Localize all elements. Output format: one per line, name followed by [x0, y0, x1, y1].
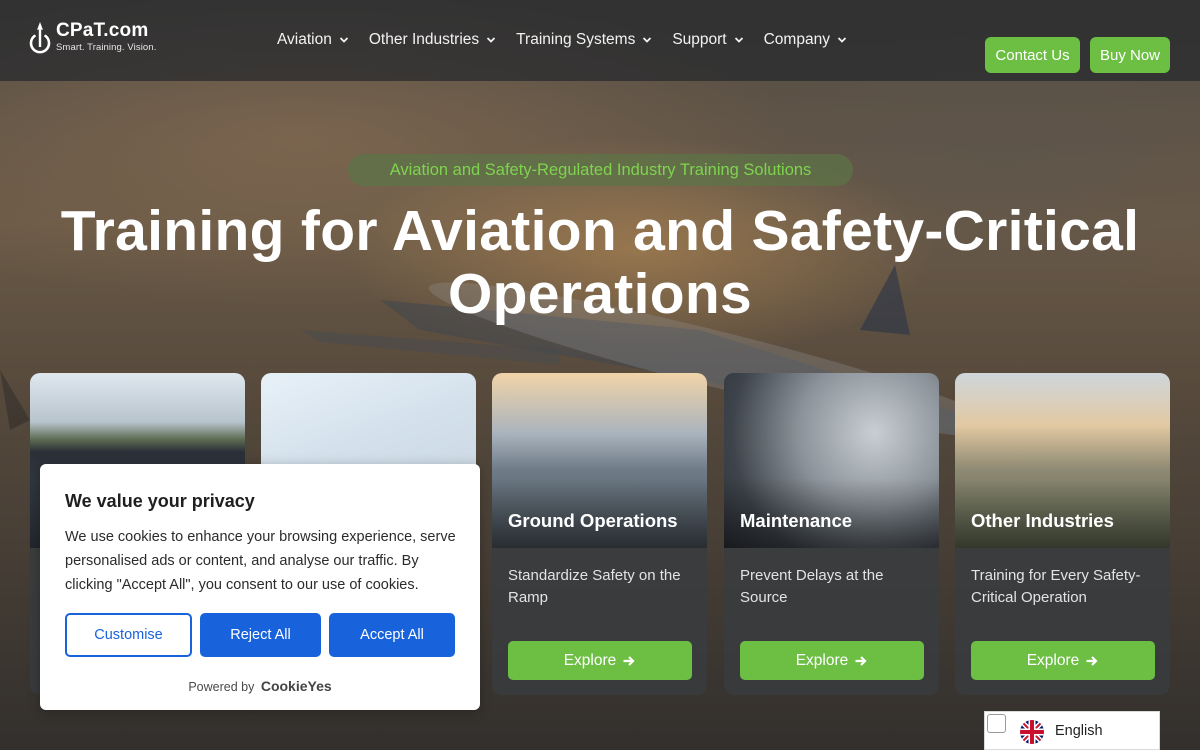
chevron-down-icon: [837, 37, 847, 43]
nav-other-industries[interactable]: Other Industries: [369, 31, 496, 49]
site-logo[interactable]: CPaT.com Smart. Training. Vision.: [28, 20, 156, 60]
card-title: Maintenance: [740, 510, 853, 531]
site-header: CPaT.com Smart. Training. Vision. Aviati…: [0, 0, 1200, 81]
arrow-right-icon: [855, 655, 867, 666]
language-checkbox[interactable]: [987, 714, 1006, 733]
language-selector[interactable]: English: [984, 711, 1160, 750]
contact-us-button[interactable]: Contact Us: [985, 37, 1080, 73]
nav-support[interactable]: Support: [672, 31, 743, 49]
nav-training-systems[interactable]: Training Systems: [516, 31, 652, 49]
cookie-consent-banner: We value your privacy We use cookies to …: [40, 464, 480, 710]
nav-company[interactable]: Company: [764, 31, 847, 49]
cookie-description: We use cookies to enhance your browsing …: [65, 529, 456, 593]
logo-tagline: Smart. Training. Vision.: [56, 42, 157, 53]
accept-all-button[interactable]: Accept All: [329, 613, 455, 657]
card-maintenance[interactable]: Maintenance Prevent Delays at the Source…: [724, 373, 939, 695]
chevron-down-icon: [734, 37, 743, 43]
nav-label: Other Industries: [368, 31, 480, 48]
hero-eyebrow-pill: Aviation and Safety-Regulated Industry T…: [348, 154, 853, 186]
chevron-down-icon: [487, 37, 496, 43]
chevron-down-icon: [339, 37, 349, 43]
language-label: English: [1055, 723, 1103, 739]
nav-label: Support: [672, 31, 727, 48]
card-title: Other Industries: [971, 510, 1114, 531]
card-other-industries[interactable]: Other Industries Training for Every Safe…: [955, 373, 1170, 695]
arrow-right-icon: [623, 655, 635, 666]
powered-by: Powered by CookieYes: [40, 678, 480, 694]
nav-label: Company: [763, 31, 830, 48]
main-nav: Aviation Other Industries Training Syste…: [277, 31, 867, 49]
uk-flag-icon: [1020, 720, 1044, 744]
logo-name: CPaT.com: [56, 20, 149, 41]
card-title: Ground Operations: [508, 510, 678, 531]
nav-label: Training Systems: [516, 31, 636, 48]
cookieyes-logo[interactable]: CookieYes: [261, 678, 332, 694]
powered-by-label: Powered by: [188, 680, 255, 694]
arrow-right-icon: [1086, 655, 1098, 666]
nav-aviation[interactable]: Aviation: [277, 31, 349, 49]
card-ground-operations[interactable]: Ground Operations Standardize Safety on …: [492, 373, 707, 695]
explore-button[interactable]: Explore: [508, 641, 692, 680]
card-description: Prevent Delays at the Source: [740, 567, 884, 606]
customise-button[interactable]: Customise: [65, 613, 192, 657]
hero-title: Training for Aviation and Safety-Critica…: [60, 199, 1140, 326]
cookie-title: We value your privacy: [65, 491, 255, 511]
explore-label: Explore: [563, 651, 617, 669]
buy-now-button[interactable]: Buy Now: [1090, 37, 1170, 73]
explore-button[interactable]: Explore: [740, 641, 924, 680]
card-description: Standardize Safety on the Ramp: [508, 567, 681, 606]
reject-all-button[interactable]: Reject All: [200, 613, 321, 657]
logo-mark-icon: [29, 22, 51, 54]
chevron-down-icon: [643, 37, 652, 43]
nav-label: Aviation: [277, 31, 332, 48]
explore-button[interactable]: Explore: [971, 641, 1155, 680]
card-description: Training for Every Safety-Critical Opera…: [971, 567, 1141, 606]
explore-label: Explore: [795, 651, 849, 669]
explore-label: Explore: [1026, 651, 1080, 669]
